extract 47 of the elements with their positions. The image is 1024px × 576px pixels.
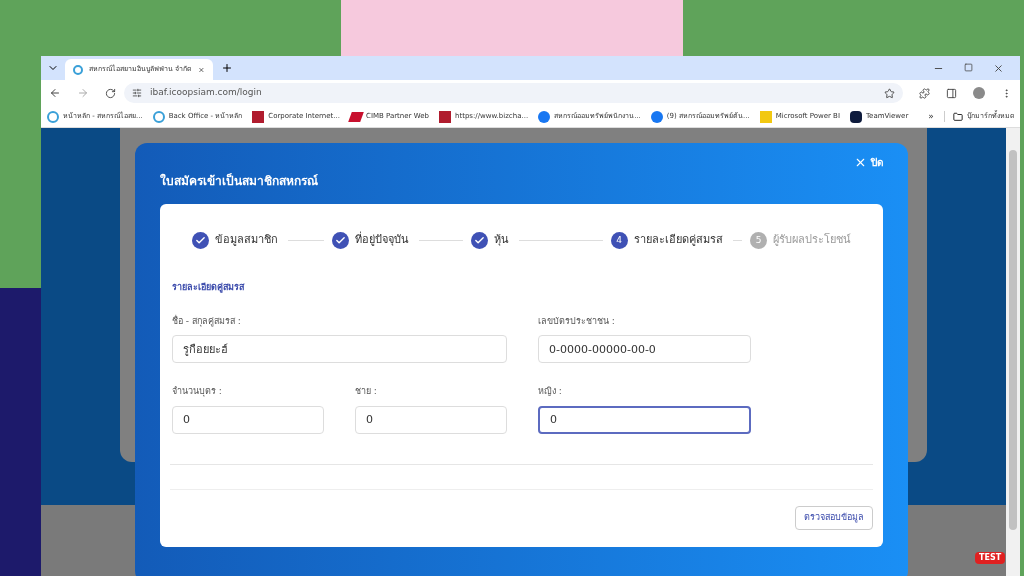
verify-button[interactable]: ตรวจสอบข้อมูล bbox=[795, 505, 873, 530]
chart-icon bbox=[759, 110, 772, 123]
bank-icon bbox=[438, 110, 451, 123]
site-settings-icon[interactable] bbox=[132, 88, 142, 98]
step-label: ข้อมูลสมาชิก bbox=[215, 232, 278, 249]
globe-icon bbox=[152, 110, 165, 123]
scrollbar[interactable] bbox=[1006, 128, 1020, 576]
close-icon bbox=[854, 156, 867, 169]
step-number: 4 bbox=[610, 232, 628, 249]
extensions-icon[interactable] bbox=[919, 87, 930, 99]
step-number: 5 bbox=[750, 232, 767, 249]
facebook-icon bbox=[650, 110, 663, 123]
input-field[interactable]: 0-0000-00000-00-0 bbox=[538, 335, 751, 363]
reload-icon[interactable] bbox=[105, 87, 116, 99]
new-tab-icon[interactable] bbox=[221, 62, 233, 74]
step-label: ที่อยู่ปัจจุบัน bbox=[354, 232, 409, 249]
more-bookmarks-button[interactable]: » bbox=[928, 109, 934, 124]
field-label: เลขบัตรประชาชน : bbox=[538, 314, 616, 328]
profile-avatar[interactable] bbox=[973, 87, 985, 99]
maximize-icon[interactable] bbox=[964, 62, 973, 72]
input-field[interactable]: 0 bbox=[538, 405, 751, 434]
test-badge: TEST bbox=[975, 552, 1006, 564]
step-label: ผู้รับผลประโยชน์ bbox=[773, 232, 851, 249]
input-field[interactable]: 0 bbox=[172, 405, 324, 434]
teamviewer-icon bbox=[850, 110, 862, 123]
facebook-icon bbox=[538, 110, 551, 123]
input-field[interactable]: รูกือยยะฮ์ bbox=[172, 335, 507, 363]
bookmark-star-icon[interactable] bbox=[884, 87, 895, 99]
field-label: ชื่อ - สกุลคู่สมรส : bbox=[172, 314, 242, 328]
field-label: จำนวนบุตร : bbox=[172, 385, 223, 399]
back-icon[interactable] bbox=[49, 87, 61, 99]
input-field[interactable]: 0 bbox=[355, 405, 507, 434]
folder-icon bbox=[952, 111, 963, 122]
field-label: ชาย : bbox=[355, 385, 378, 398]
close-icon[interactable] bbox=[993, 62, 1004, 74]
dialog-title: ใบสมัครเข้าเป็นสมาชิกสหกรณ์ bbox=[160, 172, 319, 190]
url-text: ibaf.icoopsiam.com/login bbox=[150, 86, 262, 100]
bank-icon bbox=[252, 110, 265, 123]
section-title: รายละเอียดคู่สมรส bbox=[172, 281, 246, 295]
side-panel-icon[interactable] bbox=[946, 87, 957, 99]
bank-icon bbox=[348, 111, 364, 122]
step-label: รายละเอียดคู่สมรส bbox=[633, 232, 723, 249]
field-label: หญิง : bbox=[538, 385, 563, 398]
globe-icon bbox=[47, 110, 59, 123]
step-label: หุ้น bbox=[494, 232, 509, 249]
globe-icon bbox=[73, 64, 83, 75]
address-bar[interactable]: ibaf.icoopsiam.com/login bbox=[124, 83, 903, 103]
